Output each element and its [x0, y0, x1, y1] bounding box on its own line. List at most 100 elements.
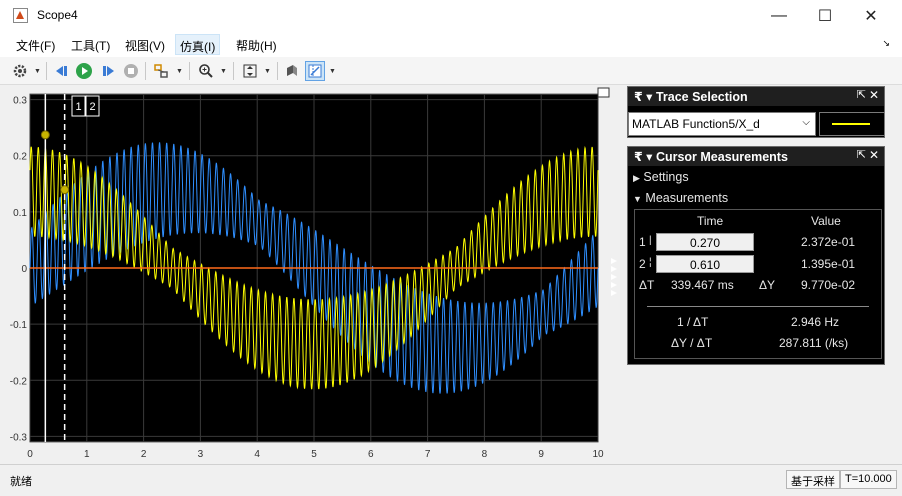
y-tick-label: 0.2	[13, 152, 27, 163]
cursor-2-marker[interactable]	[60, 185, 70, 195]
panel-close-icon[interactable]: ✕	[869, 88, 879, 102]
trace-selection-panel: ₹ ▾ Trace Selection ⇱ ✕ MATLAB Function5…	[627, 86, 885, 138]
menu-file[interactable]: 文件(F)	[12, 34, 59, 55]
trace-selection-title: Trace Selection	[655, 90, 748, 104]
y-tick-label: -0.1	[10, 320, 28, 331]
trace-select-value: MATLAB Function5/X_d	[632, 117, 760, 131]
x-tick-label: 10	[592, 449, 604, 460]
trace-color-swatch	[819, 112, 885, 136]
cursor-measurements-menu-icon[interactable]: ₹ ▾	[634, 150, 652, 164]
settings-dropdown-icon[interactable]: ▼	[34, 68, 41, 75]
settings-expander[interactable]: ▶ Settings	[633, 170, 689, 184]
panel-close-icon[interactable]: ✕	[869, 148, 879, 162]
col-header-value: Value	[811, 214, 841, 228]
zoom-dropdown-icon[interactable]: ▼	[220, 68, 227, 75]
cursor-measurements-header: ₹ ▾ Cursor Measurements ⇱ ✕	[628, 147, 884, 166]
inverse-delta-t-value: 2.946 Hz	[791, 315, 840, 329]
measurements-label: Measurements	[645, 191, 729, 205]
scope-plot[interactable]: 0 1 2 3 4 5 6 7 8 9 100.30.20.10-0.1-0.2-0.31 2	[0, 86, 624, 464]
toolbar-separator	[277, 62, 278, 80]
caret-right-icon: ▶	[633, 173, 640, 183]
menu-help[interactable]: 帮助(H)	[232, 34, 281, 55]
slope-value: 287.811 (/ks)	[779, 336, 849, 350]
highlight-icon[interactable]	[282, 61, 302, 81]
toolbar-separator	[46, 62, 47, 80]
status-ready: 就绪	[10, 476, 32, 488]
window-title: Scope4	[37, 8, 78, 22]
x-tick-label: 2	[141, 449, 147, 460]
cursor-label-1: 1	[75, 101, 81, 113]
menu-overflow-icon[interactable]: ↘	[882, 38, 890, 49]
cursor-measurements-icon[interactable]	[305, 61, 325, 81]
scale-axes-dropdown-icon[interactable]: ▼	[264, 68, 271, 75]
toolbar-separator	[233, 62, 234, 80]
x-tick-label: 8	[482, 449, 488, 460]
maximize-axes-icon[interactable]	[597, 87, 610, 98]
slope-label: ΔY / ΔT	[671, 336, 713, 350]
close-button[interactable]: ✕	[848, 0, 894, 31]
y-tick-label: 0	[21, 264, 27, 275]
x-tick-label: 3	[198, 449, 204, 460]
inverse-delta-t-label: 1 / ΔT	[677, 315, 709, 329]
scope-window: Scope4 — ☐ ✕ 文件(F) 工具(T) 视图(V) 仿真(I) 帮助(…	[0, 0, 902, 496]
cursor1-time-input[interactable]: 0.270	[656, 233, 754, 251]
collapse-arrow-icon[interactable]	[611, 290, 617, 296]
step-back-icon[interactable]	[52, 61, 72, 81]
settings-icon[interactable]	[10, 61, 30, 81]
trace-selection-menu-icon[interactable]: ₹ ▾	[634, 90, 652, 104]
cursor-label-2: 2	[89, 101, 95, 113]
run-icon[interactable]	[74, 61, 94, 81]
toolbar-separator	[189, 62, 190, 80]
menu-view[interactable]: 视图(V)	[121, 34, 169, 55]
maximize-button[interactable]: ☐	[802, 0, 848, 31]
sample-mode: 基于采样	[786, 470, 840, 489]
zoom-icon[interactable]	[196, 61, 216, 81]
measurements-table: Time Value 1 | 0.270 2.372e-01 2 ¦ 0.610…	[634, 209, 882, 359]
x-tick-label: 1	[84, 449, 90, 460]
y-tick-label: 0.1	[13, 208, 27, 219]
menu-tools[interactable]: 工具(T)	[67, 34, 114, 55]
toolbar: ▼ ▼ ▼ ▼ ▼	[0, 57, 902, 85]
signal-tools-dropdown-icon[interactable]: ▼	[176, 68, 183, 75]
minimize-button[interactable]: —	[756, 0, 802, 31]
signal-tools-icon[interactable]	[151, 61, 171, 81]
measurements-expander[interactable]: ▼ Measurements	[633, 191, 728, 205]
delta-t-label: ΔT	[639, 278, 655, 292]
cursor-1-marker[interactable]	[40, 130, 50, 140]
collapse-arrow-icon[interactable]	[611, 282, 617, 288]
cursor1-label: 1	[639, 235, 646, 249]
undock-icon[interactable]: ⇱	[857, 88, 866, 101]
scale-axes-icon[interactable]	[240, 61, 260, 81]
cursor2-time-input[interactable]: 0.610	[656, 255, 754, 273]
menu-bar: 文件(F) 工具(T) 视图(V) 仿真(I) 帮助(H) ↘	[0, 31, 902, 57]
y-tick-label: 0.3	[13, 96, 27, 107]
chevron-down-icon: ⌵	[802, 117, 810, 128]
y-tick-label: -0.3	[10, 432, 28, 443]
col-header-time: Time	[697, 214, 724, 228]
x-tick-label: 6	[368, 449, 374, 460]
menu-simulation[interactable]: 仿真(I)	[175, 34, 221, 55]
status-bar: 就绪 基于采样 T=10.000	[0, 464, 902, 496]
x-tick-label: 4	[254, 449, 260, 460]
step-forward-icon[interactable]	[98, 61, 118, 81]
cursor1-value: 2.372e-01	[801, 235, 856, 249]
trace-selection-header: ₹ ▾ Trace Selection ⇱ ✕	[628, 87, 884, 106]
collapse-arrow-icon[interactable]	[611, 266, 617, 272]
undock-icon[interactable]: ⇱	[857, 148, 866, 161]
sim-time: T=10.000	[840, 470, 897, 489]
x-tick-label: 7	[425, 449, 431, 460]
table-divider	[647, 306, 869, 307]
trace-color-line	[832, 123, 870, 125]
delta-t-value: 339.467 ms	[671, 278, 734, 292]
collapse-arrow-icon[interactable]	[611, 258, 617, 264]
cursor1-solid-icon: |	[649, 235, 652, 246]
plot-area: 0 1 2 3 4 5 6 7 8 9 10 0.3 0.2 0.1 0 -0.1 -0.2 -0.3 1 2	[0, 86, 624, 464]
cursor-measurements-dropdown-icon[interactable]: ▼	[329, 68, 336, 75]
stop-icon[interactable]	[121, 61, 141, 81]
scope-app-icon	[13, 8, 28, 23]
cursor2-value: 1.395e-01	[801, 257, 856, 271]
x-tick-label: 5	[311, 449, 317, 460]
trace-select-dropdown[interactable]: MATLAB Function5/X_d ⌵	[628, 112, 816, 136]
delta-y-label: ΔY	[759, 278, 776, 292]
collapse-arrow-icon[interactable]	[611, 274, 617, 280]
